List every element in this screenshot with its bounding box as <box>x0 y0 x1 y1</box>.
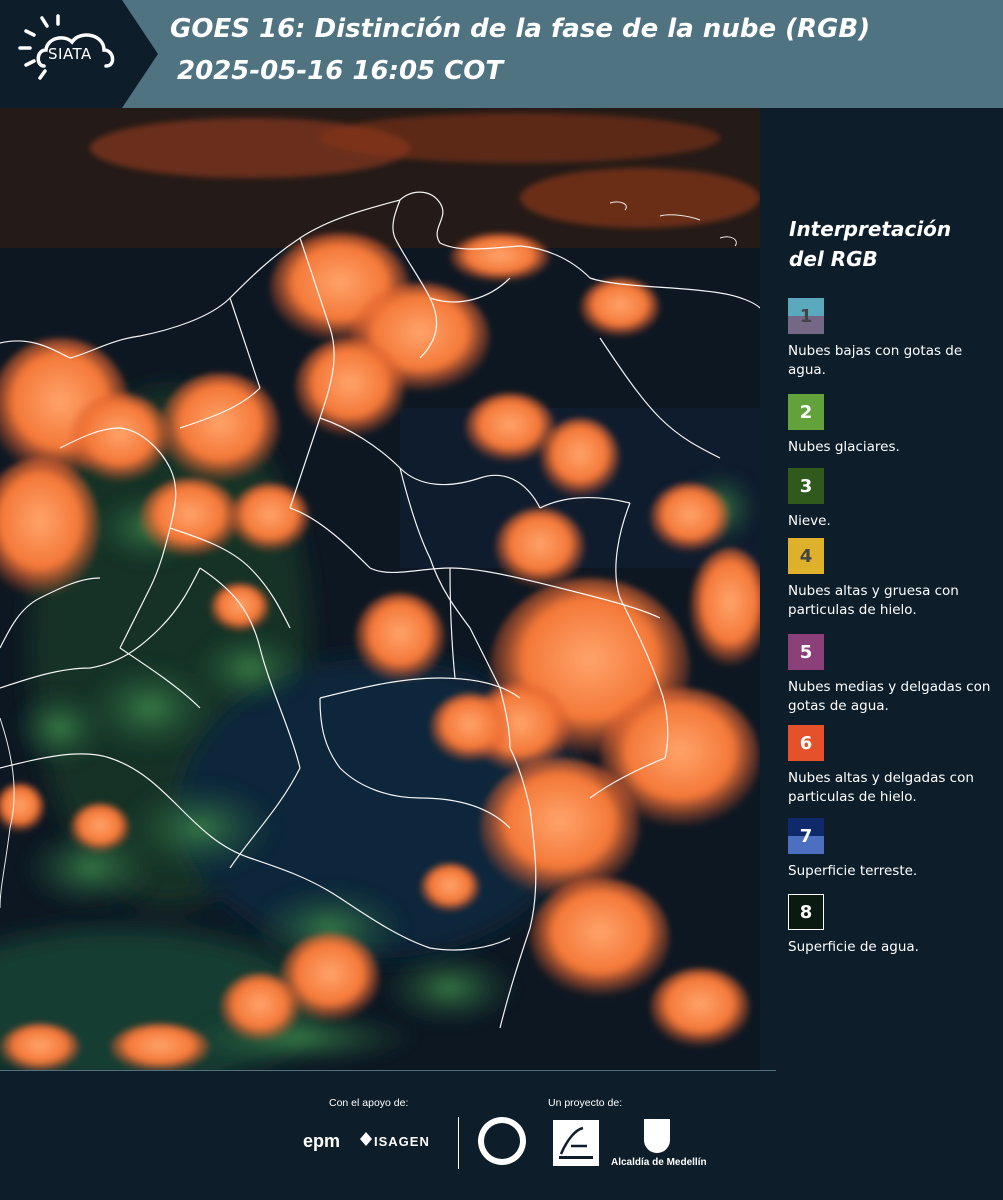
legend-text-5: Nubes medias y delgadas con gotas de agu… <box>788 679 991 714</box>
header-bar: SIATA GOES 16: Distinción de la fase de … <box>0 0 1003 108</box>
legend-text-2: Nubes glaciares. <box>788 439 900 455</box>
legend-text-8: Superficie de agua. <box>788 939 919 955</box>
legend-swatch-7: 7 <box>788 818 824 854</box>
legend-title: Interpretación del RGB <box>789 217 952 271</box>
legend-number-1: 1 <box>799 305 813 327</box>
legend-swatch-4: 4 <box>788 538 824 574</box>
project-label: Un proyecto de: <box>548 1097 623 1109</box>
legend-swatch-5: 5 <box>788 634 824 670</box>
epm-logo[interactable]: epm <box>303 1131 340 1152</box>
legend-text-1: Nubes bajas con gotas de agua. <box>788 343 963 378</box>
satellite-map[interactable] <box>0 108 760 1070</box>
legend-text-7: Superficie terreste. <box>788 863 918 879</box>
legend-item-7: 7 Superficie terreste. <box>788 818 998 881</box>
legend-number-8: 8 <box>799 901 813 923</box>
legend-text-6: Nubes altas y delgadas con particulas de… <box>788 770 974 805</box>
legend-number-4: 4 <box>799 545 813 567</box>
legend-item-8: 8 Superficie de agua. <box>788 894 998 957</box>
legend-text-4: Nubes altas y gruesa con particulas de h… <box>788 583 959 618</box>
legend-swatch-3: 3 <box>788 468 824 504</box>
medellin-seal-icon[interactable] <box>478 1117 526 1165</box>
legend-swatch-1: 1 <box>788 298 824 334</box>
seal-inner <box>484 1123 520 1159</box>
legend-panel: Interpretación del RGB 1 Nubes bajas con… <box>760 108 1003 1070</box>
footer: Con el apoyo de: Un proyecto de: epm ISA… <box>0 1070 1003 1200</box>
legend-number-5: 5 <box>799 641 813 663</box>
isagen-mark-icon <box>360 1132 372 1146</box>
legend-item-5: 5 Nubes medias y delgadas con gotas de a… <box>788 634 998 716</box>
legend-swatch-2: 2 <box>788 394 824 430</box>
timestamp: 2025-05-16 16:05 COT <box>177 56 504 86</box>
legend-item-6: 6 Nubes altas y delgadas con particulas … <box>788 725 998 807</box>
legend-number-3: 3 <box>799 475 813 497</box>
siata-logo[interactable]: SIATA <box>0 0 158 108</box>
legend-number-6: 6 <box>799 732 813 754</box>
legend-item-1: 1 Nubes bajas con gotas de agua. <box>788 298 998 380</box>
support-label: Con el apoyo de: <box>329 1097 409 1109</box>
page-title: GOES 16: Distinción de la fase de la nub… <box>170 14 871 44</box>
legend-number-7: 7 <box>799 825 813 847</box>
legend-swatch-8: 8 <box>788 894 824 930</box>
legend-item-4: 4 Nubes altas y gruesa con particulas de… <box>788 538 998 620</box>
alcaldia-shield-icon[interactable] <box>644 1119 670 1153</box>
footer-divider-line <box>0 1070 776 1071</box>
footer-divider <box>458 1117 459 1169</box>
legend-item-2: 2 Nubes glaciares. <box>788 394 998 457</box>
legend-swatch-6: 6 <box>788 725 824 761</box>
alcaldia-label: Alcaldía de Medellín <box>611 1157 707 1168</box>
siata-logo-text: SIATA <box>48 45 92 63</box>
isagen-logo[interactable]: ISAGEN <box>374 1134 430 1149</box>
legend-number-2: 2 <box>799 401 813 423</box>
area-metropolitana-logo[interactable] <box>553 1120 599 1166</box>
legend-text-3: Nieve. <box>788 513 831 529</box>
legend-item-3: 3 Nieve. <box>788 468 998 531</box>
